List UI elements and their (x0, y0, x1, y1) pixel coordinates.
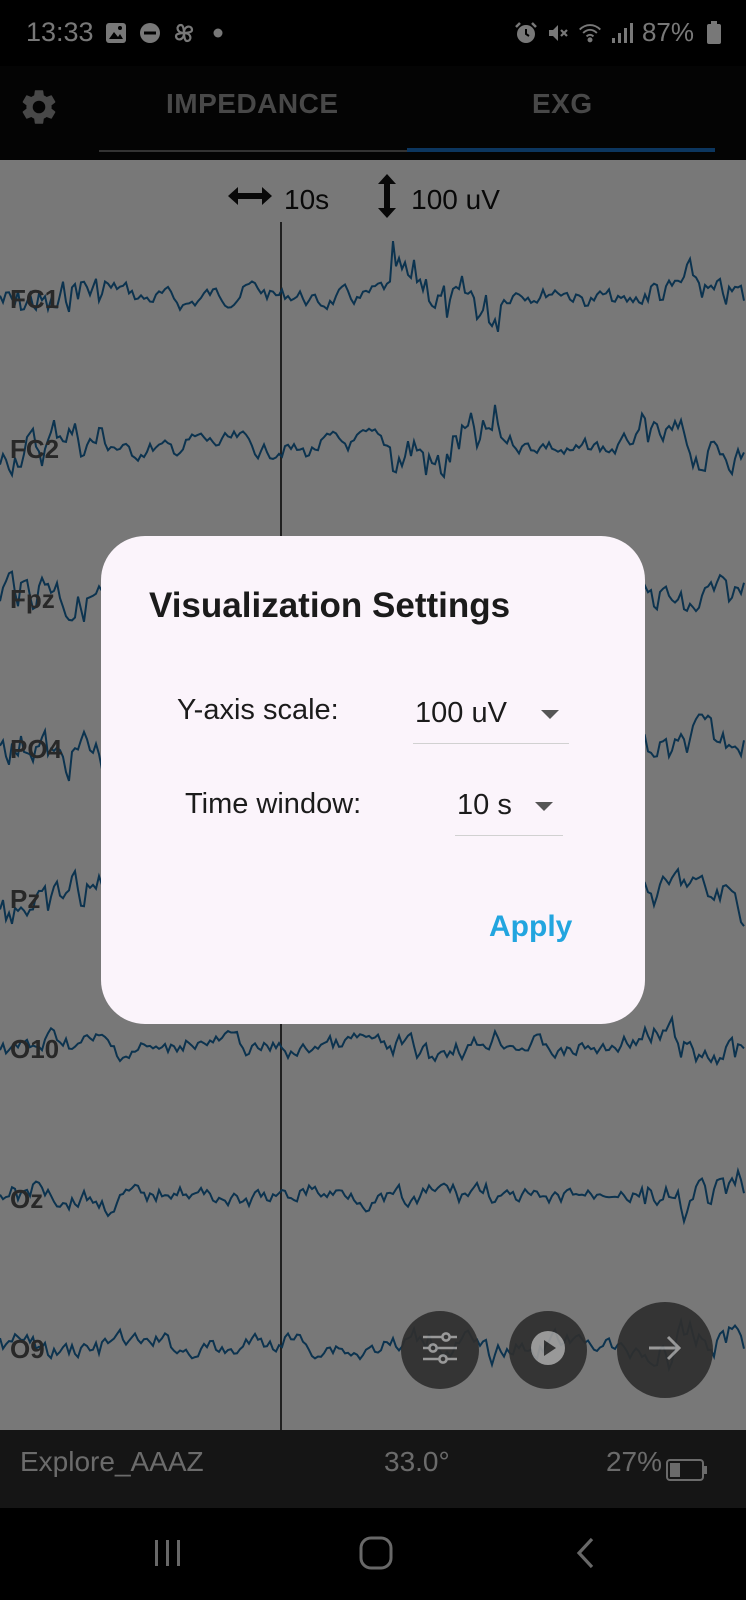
app-header: IMPEDANCE EXG (0, 66, 746, 160)
play-icon (528, 1328, 568, 1373)
status-left-icons (104, 21, 230, 45)
channel-label: O9 (10, 1334, 45, 1364)
y-axis-scale-value: 100 uV (415, 697, 507, 729)
alarm-icon (514, 21, 538, 45)
active-tab-indicator (407, 148, 715, 152)
dropdown-arrow-icon (535, 802, 553, 811)
channel-label: Oz (10, 1184, 44, 1214)
channel-label: PO4 (10, 734, 63, 764)
vertical-arrows-icon (373, 172, 401, 227)
sliders-fab[interactable] (401, 1311, 479, 1389)
time-window-dropdown[interactable]: 10 s (455, 776, 563, 836)
time-window-value: 10 s (457, 789, 512, 821)
gear-icon[interactable] (18, 86, 60, 128)
sliders-icon (421, 1331, 459, 1370)
tab-impedance[interactable]: IMPEDANCE (166, 88, 339, 120)
eeg-trace (0, 1166, 745, 1226)
dropdown-arrow-icon (541, 710, 559, 719)
amplitude-scale-label: 100 uV (411, 183, 500, 215)
channel-label: Fpz (10, 584, 55, 614)
wifi-icon (578, 21, 602, 45)
dialog-title: Visualization Settings (149, 586, 511, 625)
time-scale-label: 10s (284, 183, 330, 215)
device-temperature: 33.0° (384, 1446, 450, 1477)
apply-button[interactable]: Apply (489, 910, 572, 944)
visualization-settings-dialog: Visualization Settings Y-axis scale: 100… (101, 536, 645, 1024)
arrow-right-icon (647, 1334, 683, 1367)
eeg-trace (0, 404, 745, 480)
do-not-disturb-icon (138, 21, 162, 45)
device-battery-icon (666, 1456, 708, 1481)
tab-exg[interactable]: EXG (532, 88, 593, 120)
signal-icon (610, 21, 634, 45)
battery-percent: 87% (641, 17, 694, 47)
recent-apps-icon[interactable] (144, 1528, 192, 1578)
device-battery-percent: 27% (605, 1446, 662, 1477)
image-icon (104, 21, 128, 45)
play-fab[interactable] (509, 1311, 587, 1389)
status-right: 87% (514, 17, 726, 48)
y-axis-scale-label: Y-axis scale: (177, 694, 339, 726)
device-name: Explore_AAAZ (20, 1446, 204, 1477)
mute-icon (546, 21, 570, 45)
channel-label: FC2 (10, 434, 60, 464)
home-icon[interactable] (352, 1528, 400, 1578)
pinwheel-icon (172, 21, 196, 45)
time-window-label: Time window: (185, 788, 362, 820)
back-icon[interactable] (562, 1528, 610, 1578)
channel-label: Pz (10, 884, 41, 914)
battery-icon (702, 20, 726, 45)
scale-indicator: 10s 100 uV (226, 172, 500, 227)
horizontal-arrows-icon (226, 182, 274, 217)
system-nav-bar (0, 1508, 746, 1600)
channel-label: O10 (10, 1034, 60, 1064)
device-info-bar: Explore_AAAZ 33.0° 27% (0, 1430, 746, 1508)
status-bar: 13:33 87% (0, 0, 746, 66)
y-axis-scale-dropdown[interactable]: 100 uV (413, 684, 569, 744)
dot-icon (206, 21, 230, 45)
app-screen: 13:33 87% IMPEDANCE EXG 10s 100 uV FC1 F… (0, 0, 746, 1600)
status-time: 13:33 (26, 17, 94, 47)
eeg-trace (0, 1014, 745, 1067)
eeg-trace (0, 240, 745, 333)
next-fab[interactable] (617, 1302, 713, 1398)
channel-label: FC1 (10, 284, 60, 314)
